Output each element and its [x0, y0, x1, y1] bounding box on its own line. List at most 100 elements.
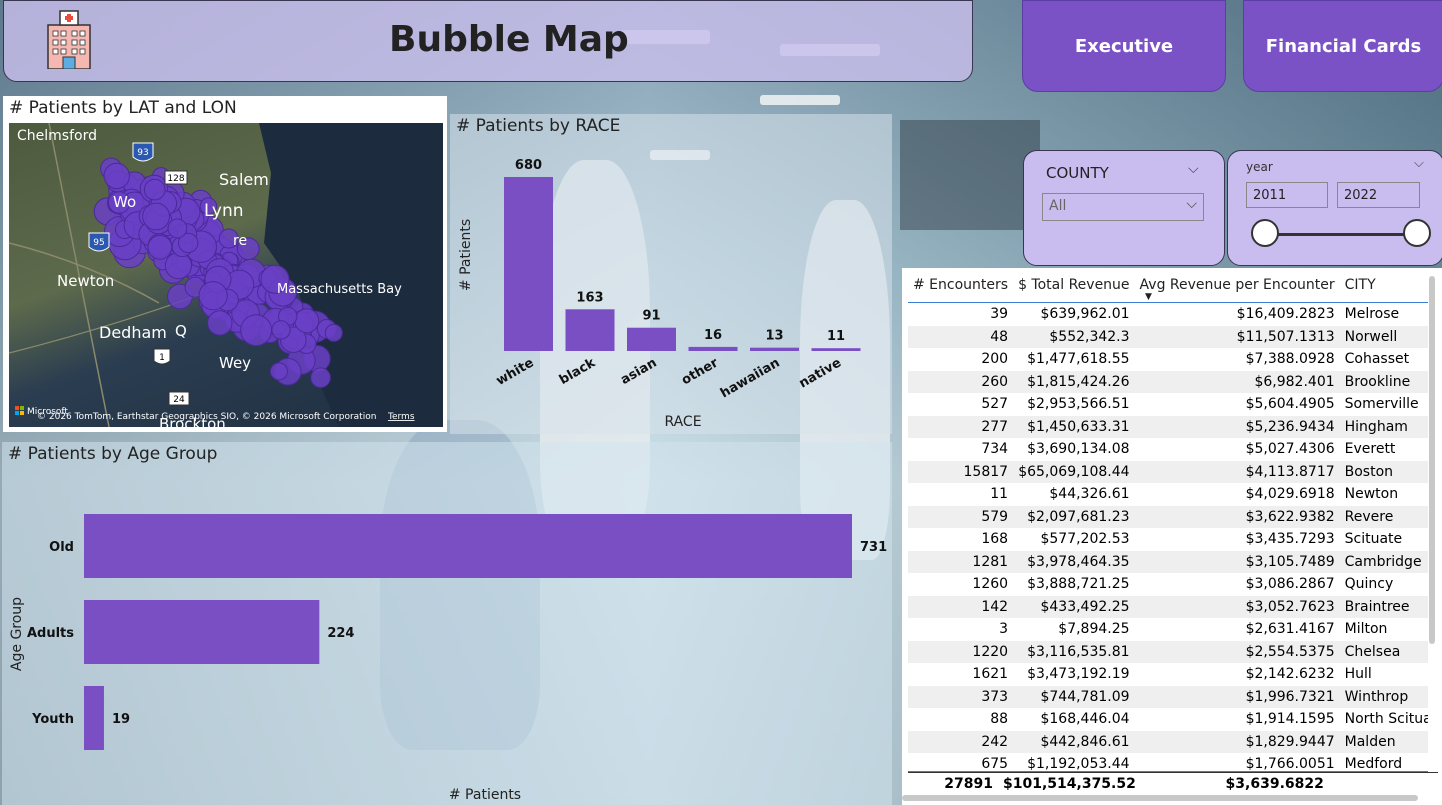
- cell-city: Malden: [1339, 730, 1428, 753]
- bubble-map[interactable]: Chelmsford Salem Lynn Newton Dedham Mass…: [9, 123, 443, 427]
- table-row[interactable]: 142 $433,492.25 $3,052.7623 Braintree: [908, 595, 1428, 618]
- total-city: [1328, 772, 1438, 796]
- cell-avg-revenue: $11,507.1313: [1134, 325, 1340, 348]
- table-row[interactable]: 1220 $3,116,535.81 $2,554.5375 Chelsea: [908, 640, 1428, 663]
- map-bubble: [271, 320, 291, 340]
- highway-shield-icon: 95: [88, 232, 110, 252]
- cell-revenue: $3,116,535.81: [1013, 640, 1135, 663]
- financial-cards-button[interactable]: Financial Cards: [1243, 0, 1442, 92]
- executive-button[interactable]: Executive: [1022, 0, 1226, 92]
- table-row[interactable]: 373 $744,781.09 $1,996.7321 Winthrop: [908, 685, 1428, 708]
- race-bar: [688, 346, 738, 351]
- map-bubble: [324, 323, 343, 342]
- map-place-label: Chelmsford: [17, 128, 97, 144]
- race-data-label: 11: [827, 329, 845, 344]
- cell-encounters: 168: [981, 531, 1009, 548]
- table-row[interactable]: 48 $552,342.3 $11,507.1313 Norwell: [908, 325, 1428, 348]
- table-row[interactable]: 168 $577,202.53 $3,435.7293 Scituate: [908, 528, 1428, 551]
- cell-avg-revenue: $4,113.8717: [1134, 460, 1340, 483]
- county-value: All: [1049, 198, 1067, 214]
- map-bubble: [143, 178, 166, 201]
- table-row[interactable]: 734 $3,690,134.08 $5,027.4306 Everett: [908, 438, 1428, 461]
- race-bar: [627, 327, 676, 351]
- race-bar: [811, 348, 861, 351]
- cell-avg-revenue: $2,631.4167: [1245, 621, 1335, 638]
- map-visual: # Patients by LAT and LON Chelmsford Sal…: [3, 96, 447, 432]
- table-row[interactable]: 3 $7,894.25 $2,631.4167 Milton: [908, 618, 1428, 641]
- microsoft-logo-icon: [15, 406, 24, 415]
- table-row[interactable]: 11 $44,326.61 $4,029.6918 Newton: [908, 483, 1428, 506]
- cell-revenue: $3,888,721.25: [1027, 576, 1130, 593]
- table-row[interactable]: 1260 $3,888,721.25 $3,086.2867 Quincy: [908, 573, 1428, 596]
- table-row[interactable]: 200 $1,477,618.55 $7,388.0928 Cohasset: [908, 348, 1428, 371]
- year-slider-track: [1266, 233, 1416, 236]
- table-row[interactable]: 88 $168,446.04 $1,914.1595 North Scituate: [908, 708, 1428, 731]
- race-data-label: 16: [704, 328, 722, 343]
- map-bubble: [167, 218, 188, 239]
- cell-avg-revenue: $7,388.0928: [1245, 351, 1335, 368]
- table-row[interactable]: 15817 $65,069,108.44 $4,113.8717 Boston: [908, 460, 1428, 483]
- cell-avg-revenue: $2,142.6232: [1245, 666, 1335, 683]
- age-data-label: 19: [112, 712, 130, 727]
- vertical-scrollbar[interactable]: [1429, 276, 1435, 644]
- cell-encounters: 48: [908, 325, 1014, 348]
- cell-avg-revenue: $2,554.5375: [1134, 640, 1340, 663]
- map-place-label: Salem: [219, 170, 269, 189]
- column-header[interactable]: Avg Revenue per Encounter: [1135, 268, 1340, 303]
- race-bar: [504, 177, 553, 351]
- race-x-axis-label: RACE: [664, 414, 701, 430]
- cell-city: Somerville: [1344, 396, 1419, 413]
- cell-encounters: 527: [981, 396, 1009, 413]
- age-tick-label: Adults: [27, 626, 74, 641]
- cell-city: Cambridge: [1339, 550, 1428, 573]
- chevron-down-icon[interactable]: ⌵: [1414, 156, 1424, 171]
- year-from-input[interactable]: 2011: [1246, 182, 1328, 208]
- column-header[interactable]: # Encounters: [908, 268, 1013, 303]
- column-header[interactable]: $ Total Revenue: [1013, 268, 1134, 303]
- cell-revenue: $1,450,633.31: [1013, 415, 1135, 438]
- table-row[interactable]: 260 $1,815,424.26 $6,982.401 Brookline: [908, 370, 1428, 393]
- svg-text:93: 93: [137, 148, 148, 158]
- age-chart-panel: # Patients by Age Group 731 Old 224 Adults 1…: [2, 442, 892, 805]
- column-header[interactable]: CITY: [1340, 268, 1428, 303]
- cell-avg-revenue: $3,052.7623: [1134, 595, 1340, 618]
- race-tick-label: native: [797, 355, 844, 391]
- cell-city: Hull: [1344, 666, 1372, 683]
- race-bar: [750, 347, 799, 351]
- age-y-axis-label: Age Group: [9, 597, 25, 671]
- horizontal-scrollbar[interactable]: [902, 795, 1418, 801]
- highway-shield-icon: 24: [168, 391, 190, 406]
- table-row[interactable]: 39 $639,962.01 $16,409.2823 Melrose: [908, 303, 1428, 326]
- year-to-input[interactable]: 2022: [1337, 182, 1420, 208]
- cell-revenue: $2,953,566.51: [1027, 396, 1130, 413]
- table-row[interactable]: 277 $1,450,633.31 $5,236.9434 Hingham: [908, 415, 1428, 438]
- table-row[interactable]: 242 $442,846.61 $1,829.9447 Malden: [908, 730, 1428, 753]
- total-encounters: 27891: [908, 772, 998, 796]
- map-bubble: [147, 234, 173, 260]
- table-row[interactable]: 527 $2,953,566.51 $5,604.4905 Somerville: [908, 393, 1428, 416]
- cell-city: Everett: [1344, 441, 1396, 458]
- cell-encounters: 142: [908, 595, 1014, 618]
- county-dropdown[interactable]: All ⌵: [1042, 193, 1204, 221]
- map-bubble: [142, 202, 171, 231]
- total-avg-revenue: $3,639.6822: [1140, 772, 1329, 796]
- chevron-down-icon[interactable]: ⌵: [1188, 161, 1199, 177]
- year-slider-handle-start[interactable]: [1251, 219, 1279, 247]
- map-place-label: Massachusetts Bay: [277, 282, 402, 297]
- cell-revenue: $744,781.09: [1013, 685, 1135, 708]
- map-bubble: [294, 308, 320, 334]
- cell-avg-revenue: $5,236.9434: [1134, 415, 1340, 438]
- terms-link[interactable]: Terms: [387, 412, 415, 422]
- map-attribution: © 2026 TomTom, Earthstar Geographics SIO…: [37, 412, 376, 422]
- cell-encounters: 1281: [908, 550, 1014, 573]
- age-tick-label: Youth: [31, 712, 74, 727]
- map-bubble: [164, 252, 192, 280]
- table-row[interactable]: 1281 $3,978,464.35 $3,105.7489 Cambridge: [908, 550, 1428, 573]
- cell-city: Chelsea: [1339, 640, 1428, 663]
- cell-revenue: $44,326.61: [1049, 486, 1130, 503]
- year-slider-handle-end[interactable]: [1403, 219, 1431, 247]
- table-row[interactable]: 579 $2,097,681.23 $3,622.9382 Revere: [908, 505, 1428, 528]
- city-revenue-table: # Encounters $ Total Revenue Avg Revenue…: [902, 268, 1442, 805]
- cell-city: Norwell: [1339, 325, 1428, 348]
- table-row[interactable]: 1621 $3,473,192.19 $2,142.6232 Hull: [908, 663, 1428, 686]
